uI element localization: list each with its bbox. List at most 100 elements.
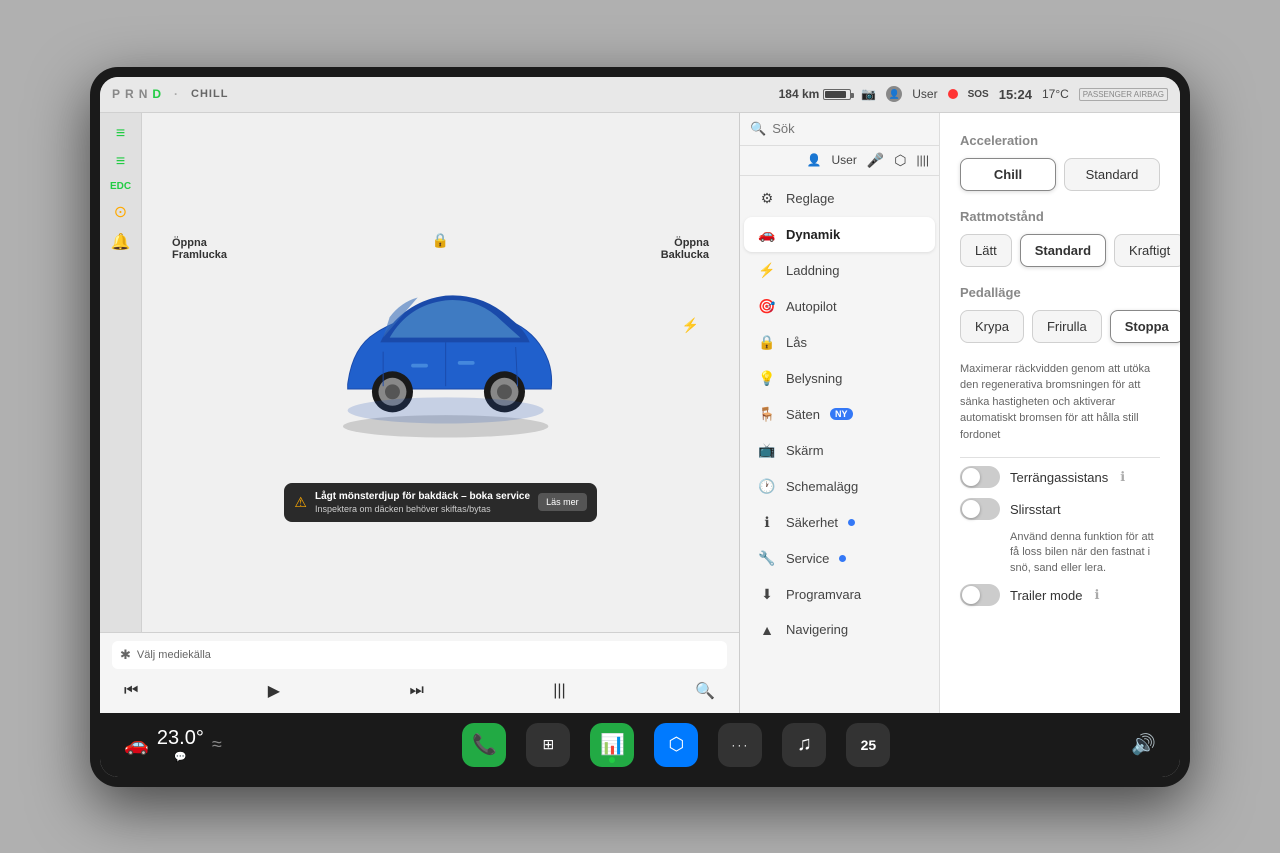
user-account-label: User xyxy=(832,153,857,167)
sidebar-item-las[interactable]: 🔒 Lås xyxy=(744,325,935,360)
terrain-toggle[interactable] xyxy=(960,466,1000,488)
calendar-taskbar-button[interactable]: 25 xyxy=(846,723,890,767)
warning-icon: ⚠ xyxy=(294,494,307,511)
play-button[interactable]: ▶ xyxy=(264,677,284,705)
media-player: ✱ Välj mediekälla ⏮ ▶ ⏭ ||| 🔍 xyxy=(100,632,739,713)
warning-text: Lågt mönsterdjup för bakdäck – boka serv… xyxy=(315,491,530,514)
rear-icon[interactable]: ≡ xyxy=(116,153,125,171)
user-account-icon: 👤 xyxy=(807,153,822,167)
user-label-status: User xyxy=(912,87,937,101)
more-taskbar-button[interactable]: ··· xyxy=(718,723,762,767)
sakerhet-label: Säkerhet xyxy=(786,515,838,530)
bluetooth-taskbar-button[interactable]: ⬡ xyxy=(654,723,698,767)
edc-icon[interactable]: EDC xyxy=(110,181,131,192)
skarm-icon: 📺 xyxy=(758,442,776,459)
sidebar-item-schemalagg[interactable]: 🕐 Schemalägg xyxy=(744,469,935,504)
reglage-label: Reglage xyxy=(786,191,834,206)
chart-taskbar-button[interactable]: 📊 xyxy=(590,723,634,767)
microphone-icon[interactable]: 🎤 xyxy=(867,152,884,169)
status-bar: P R N D · CHILL 184 km 📷 👤 User xyxy=(100,77,1180,113)
sidebar-item-saten[interactable]: 🪑 Säten NY xyxy=(744,397,935,432)
hvac-fan-icon[interactable]: ≈ xyxy=(212,734,222,755)
bluetooth-media-icon: ✱ xyxy=(120,647,131,663)
chart-icon: 📊 xyxy=(600,732,625,757)
left-panel: ≡ ≡ EDC ⊙ 🔔 Öppna Framlucka xyxy=(100,113,740,713)
belysning-icon: 💡 xyxy=(758,370,776,387)
steering-light-button[interactable]: Lätt xyxy=(960,234,1012,267)
steering-section-title: Rattmotstånd xyxy=(960,209,1160,224)
las-label: Lås xyxy=(786,335,807,350)
screen: P R N D · CHILL 184 km 📷 👤 User xyxy=(100,77,1180,777)
car-illustration xyxy=(301,247,581,447)
acceleration-chill-button[interactable]: Chill xyxy=(960,158,1056,191)
sidebar-item-programvara[interactable]: ⬇ Programvara xyxy=(744,577,935,612)
media-section: ✱ Välj mediekälla ⏮ ▶ ⏭ ||| 🔍 xyxy=(100,632,739,713)
signal-icon: |||| xyxy=(917,153,929,167)
terrain-info-icon[interactable]: ℹ xyxy=(1120,469,1125,485)
next-track-button[interactable]: ⏭ xyxy=(405,678,427,704)
steering-heavy-button[interactable]: Kraftigt xyxy=(1114,234,1180,267)
pedal-roll-button[interactable]: Frirulla xyxy=(1032,310,1102,343)
belysning-label: Belysning xyxy=(786,371,842,386)
search-input[interactable] xyxy=(772,121,940,136)
service-label: Service xyxy=(786,551,829,566)
steering-standard-button[interactable]: Standard xyxy=(1020,234,1106,267)
taskbar-center: 📞 ⊞ 📊 ⬡ ··· ♫ 25 xyxy=(462,723,890,767)
status-center: 184 km 📷 👤 User SOS 15:24 17°C PASSENGER… xyxy=(779,86,1168,102)
sidebar-item-navigering[interactable]: ▲ Navigering xyxy=(744,613,935,647)
search-bar: 🔍 xyxy=(740,113,939,146)
user-avatar-small: 👤 xyxy=(886,86,902,102)
sidebar-item-service[interactable]: 🔧 Service xyxy=(744,541,935,576)
equalizer-button[interactable]: ||| xyxy=(549,678,569,704)
bluetooth-icon[interactable]: ⬡ xyxy=(894,152,906,169)
pedal-description: Maximerar räckvidden genom att utöka den… xyxy=(960,361,1160,444)
apps-taskbar-button[interactable]: ⊞ xyxy=(526,723,570,767)
trailer-info-icon[interactable]: ℹ xyxy=(1094,587,1099,603)
drive-mode-label: CHILL xyxy=(191,88,228,100)
sidebar-item-reglage[interactable]: ⚙ Reglage xyxy=(744,181,935,216)
terrain-label: Terrängassistans xyxy=(1010,470,1108,485)
car-image-area: Öppna Framlucka Öppna Baklucka 🔒 xyxy=(152,217,729,477)
navigering-label: Navigering xyxy=(786,622,848,637)
front-hood-label[interactable]: Öppna Framlucka xyxy=(172,237,227,261)
headlights-icon[interactable]: ≡ xyxy=(116,125,125,143)
phone-icon: 📞 xyxy=(472,732,497,757)
prnd-display: P R N D xyxy=(112,87,162,101)
slir-description: Använd denna funktion för att få loss bi… xyxy=(1010,530,1160,576)
search-media-button[interactable]: 🔍 xyxy=(691,677,719,705)
car-taskbar-icon[interactable]: 🚗 xyxy=(124,732,149,757)
trailer-label: Trailer mode xyxy=(1010,588,1082,603)
media-controls: ⏮ ▶ ⏭ ||| 🔍 xyxy=(112,677,727,705)
acceleration-standard-button[interactable]: Standard xyxy=(1064,158,1160,191)
camera-icon: 📷 xyxy=(861,87,876,101)
media-source-selector[interactable]: ✱ Välj mediekälla xyxy=(112,641,727,669)
read-more-button[interactable]: Läs mer xyxy=(538,493,587,511)
sidebar-item-dynamik[interactable]: 🚗 Dynamik xyxy=(744,217,935,252)
sidebar-item-skarm[interactable]: 📺 Skärm xyxy=(744,433,935,468)
spotify-icon: ♫ xyxy=(797,733,812,756)
range-display: 184 km xyxy=(779,87,852,101)
trailer-toggle[interactable] xyxy=(960,584,1000,606)
slir-toggle[interactable] xyxy=(960,498,1000,520)
sidebar-items: ⚙ Reglage 🚗 Dynamik ⚡ Laddning 🎯 xyxy=(740,176,939,652)
dynamik-icon: 🚗 xyxy=(758,226,776,243)
tpms-icon[interactable]: ⊙ xyxy=(114,202,127,222)
sidebar-item-laddning[interactable]: ⚡ Laddning xyxy=(744,253,935,288)
sidebar-item-belysning[interactable]: 💡 Belysning xyxy=(744,361,935,396)
pedal-creep-button[interactable]: Krypa xyxy=(960,310,1024,343)
spotify-taskbar-button[interactable]: ♫ xyxy=(782,723,826,767)
range-value: 184 km xyxy=(779,87,820,101)
volume-icon[interactable]: 🔊 xyxy=(1131,732,1156,757)
rear-trunk-label[interactable]: Öppna Baklucka xyxy=(661,237,709,261)
pedal-hold-button[interactable]: Stoppa xyxy=(1110,310,1180,343)
sidebar-item-sakerhet[interactable]: ℹ Säkerhet xyxy=(744,505,935,540)
gear-r: R xyxy=(125,87,135,101)
seatbelt-icon[interactable]: 🔔 xyxy=(111,232,131,252)
phone-taskbar-button[interactable]: 📞 xyxy=(462,723,506,767)
time-display: 15:24 xyxy=(999,87,1032,102)
more-icon: ··· xyxy=(731,738,749,752)
skarm-label: Skärm xyxy=(786,443,824,458)
sidebar-item-autopilot[interactable]: 🎯 Autopilot xyxy=(744,289,935,324)
divider-1 xyxy=(960,457,1160,458)
previous-track-button[interactable]: ⏮ xyxy=(120,678,142,704)
